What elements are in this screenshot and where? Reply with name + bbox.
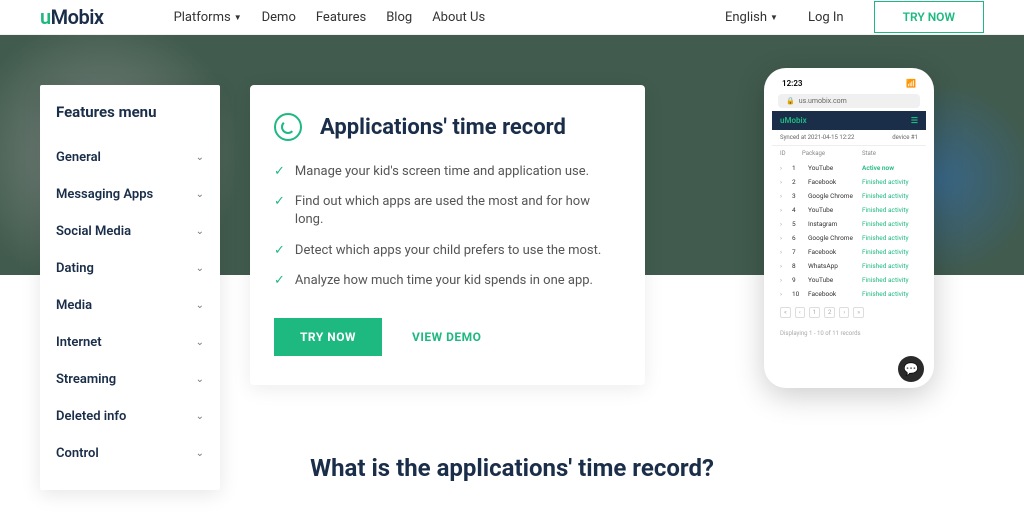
- table-row: ›7FacebookFinished activity: [780, 245, 918, 259]
- feature-text: Find out which apps are used the most an…: [295, 193, 621, 229]
- chevron-down-icon: ▼: [234, 13, 242, 22]
- language-selector[interactable]: English▼: [725, 10, 778, 25]
- sidebar-item-dating[interactable]: Dating ⌄: [56, 250, 204, 287]
- nav-demo[interactable]: Demo: [262, 10, 296, 25]
- sidebar-item-streaming[interactable]: Streaming ⌄: [56, 361, 204, 398]
- feature-text: Analyze how much time your kid spends in…: [295, 272, 593, 290]
- view-demo-link[interactable]: VIEW DEMO: [412, 330, 481, 344]
- table-row: ›2FacebookFinished activity: [780, 175, 918, 189]
- chevron-down-icon: ⌄: [196, 263, 204, 274]
- table-row: ›5InstagramFinished activity: [780, 217, 918, 231]
- chevron-down-icon: ⌄: [196, 337, 204, 348]
- phone-brand-bar: uMobix☰: [772, 111, 926, 130]
- nav-blog[interactable]: Blog: [386, 10, 412, 25]
- table-row: ›6Google ChromeFinished activity: [780, 231, 918, 245]
- sidebar-item-general[interactable]: General ⌄: [56, 139, 204, 176]
- nav-about[interactable]: About Us: [432, 10, 485, 25]
- table-row: ›9YouTubeFinished activity: [780, 273, 918, 287]
- timer-icon: [274, 113, 302, 141]
- menu-label: Streaming: [56, 372, 116, 387]
- chevron-down-icon: ⌄: [196, 152, 204, 163]
- signal-icon: 📶: [906, 79, 916, 88]
- chevron-down-icon: ⌄: [196, 374, 204, 385]
- logo[interactable]: uMobix: [40, 5, 104, 29]
- feature-item: ✓ Find out which apps are used the most a…: [274, 193, 621, 229]
- feature-text: Manage your kid's screen time and applic…: [295, 163, 589, 181]
- check-icon: ✓: [274, 273, 285, 288]
- chevron-down-icon: ⌄: [196, 226, 204, 237]
- feature-text: Detect which apps your child prefers to …: [295, 242, 601, 260]
- table-row: ›3Google ChromeFinished activity: [780, 189, 918, 203]
- sidebar-item-social-media[interactable]: Social Media ⌄: [56, 213, 204, 250]
- card-title: Applications' time record: [320, 115, 566, 140]
- menu-label: General: [56, 150, 101, 165]
- phone-mockup: 12:23 📶 🔒us.umobix.com uMobix☰ Synced at …: [764, 68, 934, 388]
- table-row: ›1YouTubeActive now: [780, 161, 918, 175]
- nav-features[interactable]: Features: [316, 10, 366, 25]
- feature-item: ✓ Manage your kid's screen time and appli…: [274, 163, 621, 181]
- chat-bubble-button[interactable]: 💬: [898, 356, 924, 382]
- phone-url-bar: 🔒us.umobix.com: [778, 94, 920, 108]
- table-row: ›8WhatsAppFinished activity: [780, 259, 918, 273]
- chevron-down-icon: ⌄: [196, 189, 204, 200]
- sidebar-item-deleted-info[interactable]: Deleted info ⌄: [56, 398, 204, 435]
- check-icon: ✓: [274, 164, 285, 179]
- login-link[interactable]: Log In: [808, 10, 844, 25]
- menu-label: Messaging Apps: [56, 187, 153, 202]
- menu-label: Media: [56, 298, 92, 313]
- feature-item: ✓ Detect which apps your child prefers to…: [274, 242, 621, 260]
- nav-platforms[interactable]: Platforms▼: [174, 10, 242, 25]
- table-row: ›10FacebookFinished activity: [780, 287, 918, 301]
- sidebar-item-media[interactable]: Media ⌄: [56, 287, 204, 324]
- phone-time: 12:23: [782, 79, 802, 88]
- section-heading: What is the applications' time record?: [0, 454, 1024, 482]
- phone-sync-bar: Synced at 2021-04-15 12:22device #1: [772, 130, 926, 146]
- table-row: ›4YouTubeFinished activity: [780, 203, 918, 217]
- try-now-button[interactable]: TRY NOW: [274, 318, 382, 356]
- chevron-down-icon: ▼: [770, 13, 778, 22]
- sidebar-item-internet[interactable]: Internet ⌄: [56, 324, 204, 361]
- features-sidebar: Features menu General⌄Messaging Apps⌄Soc…: [40, 85, 220, 490]
- sidebar-title: Features menu: [56, 103, 204, 121]
- menu-label: Dating: [56, 261, 94, 276]
- check-icon: ✓: [274, 194, 285, 209]
- menu-label: Social Media: [56, 224, 131, 239]
- try-now-header-button[interactable]: TRY NOW: [874, 1, 984, 33]
- feature-card: Applications' time record ✓ Manage your k…: [250, 85, 645, 385]
- sidebar-item-messaging-apps[interactable]: Messaging Apps ⌄: [56, 176, 204, 213]
- check-icon: ✓: [274, 243, 285, 258]
- phone-pager: «‹12›»: [772, 301, 926, 324]
- menu-label: Internet: [56, 335, 102, 350]
- chevron-down-icon: ⌄: [196, 411, 204, 422]
- feature-item: ✓ Analyze how much time your kid spends i…: [274, 272, 621, 290]
- chevron-down-icon: ⌄: [196, 300, 204, 311]
- menu-label: Deleted info: [56, 409, 126, 424]
